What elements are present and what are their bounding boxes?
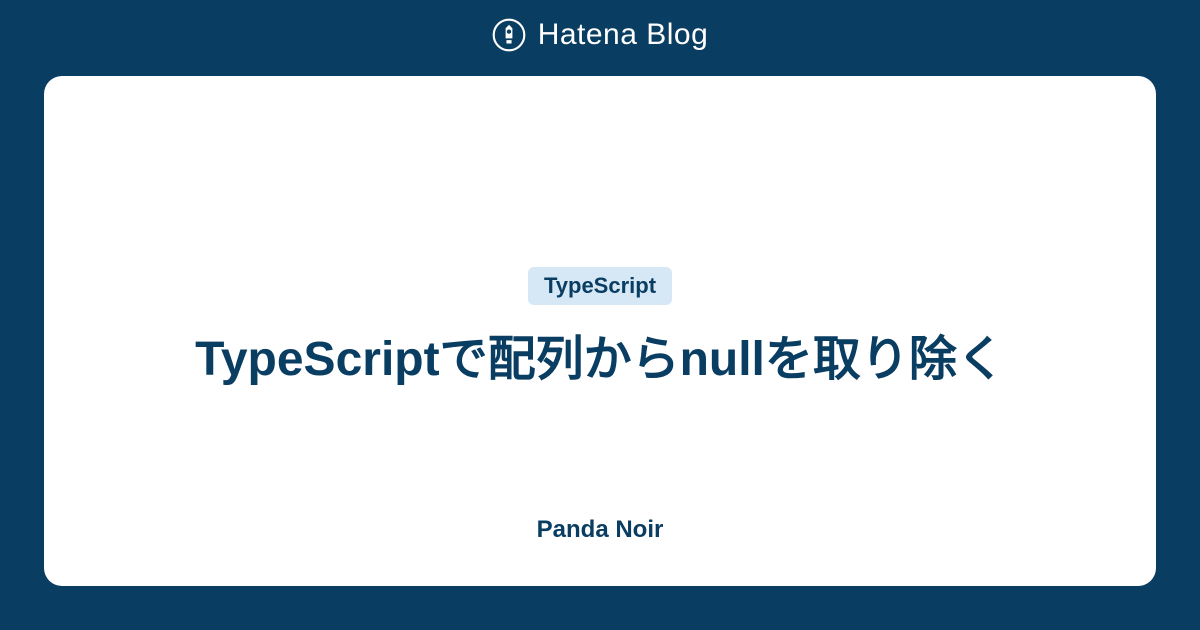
hatena-logo-icon — [492, 18, 526, 52]
category-tag: TypeScript — [528, 267, 672, 305]
brand-name: Hatena Blog — [538, 18, 709, 52]
article-card: TypeScript TypeScriptで配列からnullを取り除く Pand… — [44, 76, 1156, 586]
article-title: TypeScriptで配列からnullを取り除く — [195, 325, 1005, 395]
author-name: Panda Noir — [537, 516, 664, 544]
header: Hatena Blog — [0, 0, 1200, 66]
